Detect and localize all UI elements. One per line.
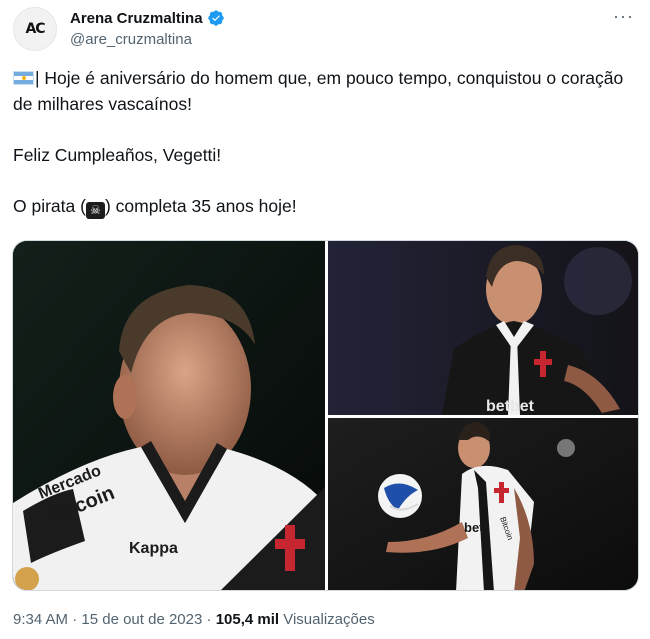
author-name-row: Arena Cruzmaltina xyxy=(70,9,225,27)
author-handle[interactable]: @are_cruzmaltina xyxy=(70,31,192,48)
tweet-line-3: O pirata (☠) completa 35 anos hoje! xyxy=(13,195,297,219)
photo-2[interactable]: betbet xyxy=(328,241,638,415)
tweet-text: | Hoje é aniversário do homem que, em po… xyxy=(13,66,633,219)
avatar[interactable]: AC xyxy=(13,7,57,51)
tweet-time[interactable]: 9:34 AM xyxy=(13,611,68,628)
pirate-flag-icon: ☠ xyxy=(85,201,105,219)
tweet-date[interactable]: 15 de out de 2023 xyxy=(81,611,202,628)
display-name[interactable]: Arena Cruzmaltina xyxy=(70,10,203,27)
verified-badge-icon xyxy=(207,10,224,26)
views-label: Visualizações xyxy=(279,611,375,628)
media-grid: Mercado Bitcoin Kappa betbet bet Bitcoin xyxy=(12,240,639,591)
photo-3[interactable]: bet Bitcoin xyxy=(328,418,638,590)
tweet-meta: 9:34 AM · 15 de out de 2023 · 105,4 mil … xyxy=(13,611,375,628)
argentina-flag-icon xyxy=(13,71,34,85)
views-count: 105,4 mil xyxy=(215,611,280,628)
tweet-line-1: | Hoje é aniversário do homem que, em po… xyxy=(13,68,624,114)
tweet-line-2: Feliz Cumpleaños, Vegetti! xyxy=(13,144,222,165)
jersey-sponsor-text: betbet xyxy=(486,398,535,415)
photo-1[interactable]: Mercado Bitcoin Kappa xyxy=(13,241,325,590)
jersey-brand-kappa: Kappa xyxy=(129,540,178,557)
avatar-logo-text: AC xyxy=(25,21,45,37)
more-options-icon[interactable]: ··· xyxy=(613,6,634,27)
jersey-sponsor-text: bet xyxy=(464,520,484,535)
